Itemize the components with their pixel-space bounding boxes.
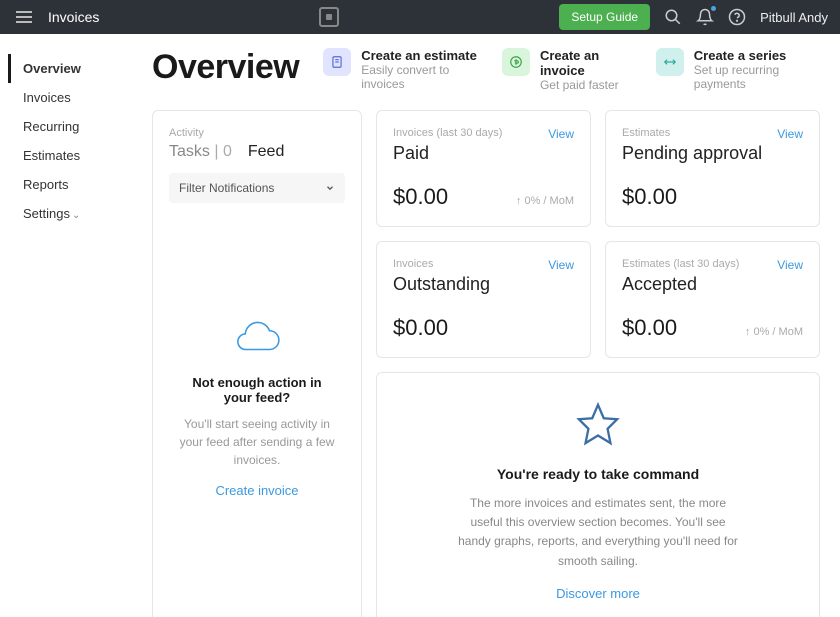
header-title: Invoices [48,9,99,25]
estimate-icon [323,48,351,76]
square-logo-icon[interactable] [319,7,339,27]
activity-label: Activity [169,127,345,139]
sidebar-item-reports[interactable]: Reports [8,170,132,199]
cloud-icon [232,318,282,359]
star-icon [575,401,621,450]
empty-feed-title: Not enough action in your feed? [177,375,337,405]
create-invoice-link[interactable]: Create invoice [215,483,298,498]
paid-mom: ↑ 0% / MoM [516,195,574,207]
chevron-down-icon: ⌄ [72,210,80,221]
paid-card: Invoices (last 30 days) Paid View $0.00↑… [376,110,591,227]
create-estimate-action[interactable]: Create an estimateEasily convert to invo… [323,48,482,92]
chevron-down-icon [325,183,335,193]
pending-view-link[interactable]: View [777,127,803,141]
outstanding-view-link[interactable]: View [548,258,574,272]
sidebar-item-settings[interactable]: Settings⌄ [8,199,132,228]
pending-approval-card: Estimates Pending approval View $0.00 [605,110,820,227]
help-icon[interactable] [728,8,746,26]
tab-feed[interactable]: Feed [248,143,284,161]
command-subtitle: The more invoices and estimates sent, th… [457,494,739,571]
invoice-icon [502,48,530,76]
username[interactable]: Pitbull Andy [760,10,828,25]
search-icon[interactable] [664,8,682,26]
app-header: Invoices Setup Guide Pitbull Andy [0,0,840,34]
command-title: You're ready to take command [457,466,739,482]
command-card: You're ready to take command The more in… [376,372,820,617]
series-icon [656,48,684,76]
sidebar-item-invoices[interactable]: Invoices [8,83,132,112]
empty-feed-subtitle: You'll start seeing activity in your fee… [177,415,337,469]
create-series-action[interactable]: Create a seriesSet up recurring payments [656,48,820,92]
discover-more-link[interactable]: Discover more [556,586,640,601]
menu-icon[interactable] [12,7,36,27]
setup-guide-button[interactable]: Setup Guide [559,4,650,30]
sidebar: Overview Invoices Recurring Estimates Re… [0,34,132,617]
activity-card: Activity Tasks | 0 Feed Filter Notificat… [152,110,362,617]
page-title: Overview [152,48,299,87]
sidebar-item-recurring[interactable]: Recurring [8,112,132,141]
outstanding-card: Invoices Outstanding View $0.00 [376,241,591,358]
notifications-icon[interactable] [696,8,714,26]
sidebar-item-overview[interactable]: Overview [8,54,132,83]
accepted-card: Estimates (last 30 days) Accepted View $… [605,241,820,358]
sidebar-item-estimates[interactable]: Estimates [8,141,132,170]
accepted-mom: ↑ 0% / MoM [745,326,803,338]
filter-notifications-dropdown[interactable]: Filter Notifications [169,173,345,203]
paid-view-link[interactable]: View [548,127,574,141]
tab-tasks[interactable]: Tasks | 0 [169,143,232,161]
create-invoice-action[interactable]: Create an invoiceGet paid faster [502,48,636,92]
accepted-view-link[interactable]: View [777,258,803,272]
header-center [99,7,559,27]
